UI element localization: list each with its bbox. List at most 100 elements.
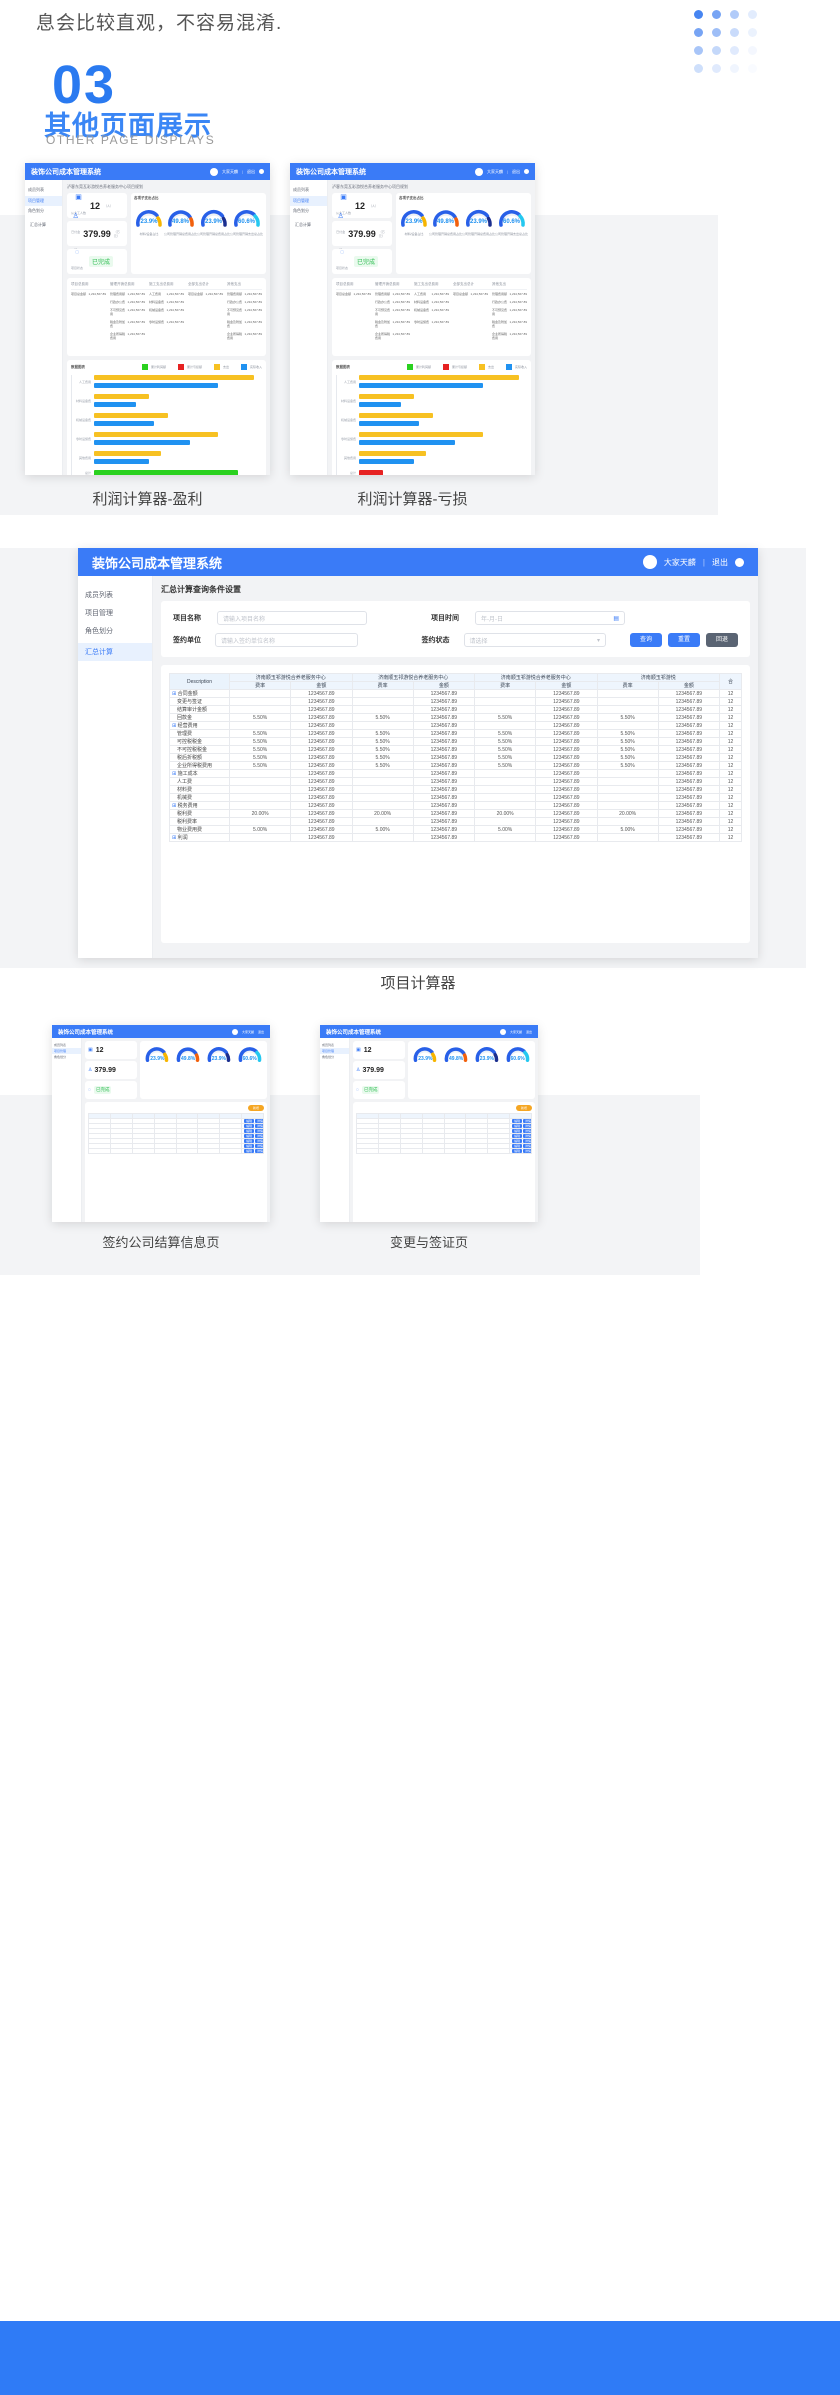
edit-button[interactable]: 编辑 [244, 1144, 255, 1148]
table-row[interactable]: 人工费 1234567.89 1234567.89 1234567.89 1234567… [169, 777, 742, 786]
row-actions[interactable]: 编辑 详情 [509, 1128, 532, 1134]
sidebar-item-0[interactable]: 成员列表 [290, 185, 327, 195]
edit-button[interactable]: 编辑 [512, 1134, 523, 1138]
detail-button[interactable]: 详情 [522, 1129, 531, 1133]
project-name-input[interactable]: 请输入项目名称 [217, 611, 367, 625]
expand-icon[interactable]: ⊞ [172, 835, 176, 841]
row-actions[interactable]: 编辑 详情 [241, 1128, 264, 1134]
detail-button[interactable]: 详情 [254, 1124, 263, 1128]
edit-button[interactable]: 编辑 [512, 1149, 523, 1153]
add-button[interactable]: 新增 [248, 1105, 264, 1111]
detail-button[interactable]: 详情 [522, 1134, 531, 1138]
sidebar-item-1[interactable]: 项目管理 [25, 196, 62, 206]
table-row[interactable]: 编辑 详情 [356, 1148, 532, 1154]
table-row[interactable]: ⊞ 施工成本 1234567.89 1234567.89 1234567.89 1234… [169, 769, 742, 778]
row-actions[interactable]: 编辑 详情 [241, 1148, 264, 1154]
expand-icon[interactable]: ⊞ [172, 803, 176, 809]
detail-button[interactable]: 详情 [254, 1149, 263, 1153]
row-actions[interactable]: 编辑 详情 [509, 1138, 532, 1144]
table-row[interactable]: 税利费率 1234567.89 1234567.89 1234567.89 123456… [169, 817, 742, 826]
detail-button[interactable]: 详情 [522, 1119, 531, 1123]
sidebar-item-2[interactable]: 角色划分 [290, 206, 327, 216]
expand-icon[interactable]: ⊞ [172, 691, 176, 697]
mockup-loss-calculator[interactable]: 装饰公司成本管理系统 大家天麟 | 退出 成员列表 项目管理 角色划分 汇总计算… [290, 163, 535, 475]
search-button[interactable]: 查询 [630, 633, 662, 647]
table-row[interactable]: ⊞ 利润 1234567.89 1234567.89 1234567.89 123456… [169, 833, 742, 842]
edit-button[interactable]: 编辑 [512, 1119, 523, 1123]
mockup-settlement-info[interactable]: 装饰公司成本管理系统 大家天麟 退出 成员列表 项目管理 角色划分 ▣ 12 ♙… [52, 1025, 270, 1222]
table-row[interactable]: 物业费用费 5.00% 1234567.89 5.00% 1234567.89 5.00%… [169, 825, 742, 834]
calendar-icon[interactable]: ▤ [613, 615, 619, 622]
table-row[interactable]: 编辑 详情 [88, 1148, 264, 1154]
sidebar-item-0[interactable]: 成员列表 [25, 185, 62, 195]
table-row[interactable]: 机械费 1234567.89 1234567.89 1234567.89 1234567… [169, 793, 742, 802]
table-row[interactable]: ⊞ 税务费用 1234567.89 1234567.89 1234567.89 1234… [169, 801, 742, 810]
detail-button[interactable]: 详情 [254, 1119, 263, 1123]
row-actions[interactable]: 编辑 详情 [241, 1133, 264, 1139]
sidebar-item-3[interactable]: 汇总计算 [25, 220, 62, 230]
table-row[interactable]: 不可控税税金 5.50% 1234567.89 5.50% 1234567.89 5.50… [169, 745, 742, 754]
row-actions[interactable]: 编辑 详情 [241, 1118, 264, 1124]
detail-button[interactable]: 详情 [522, 1139, 531, 1143]
expand-icon[interactable]: ⊞ [172, 771, 176, 777]
row-actions[interactable]: 编辑 详情 [509, 1143, 532, 1149]
edit-button[interactable]: 编辑 [244, 1124, 255, 1128]
mockup-profit-calculator[interactable]: 装饰公司成本管理系统 大家天麟 | 退出 成员列表 项目管理 角色划分 汇总计算… [25, 163, 270, 475]
detail-button[interactable]: 详情 [522, 1149, 531, 1153]
table-row[interactable]: ⊞ 合同金额 1234567.89 1234567.89 1234567.89 1234… [169, 689, 742, 698]
sidebar-item-0[interactable]: 成员列表 [78, 586, 152, 604]
table-row[interactable]: 可控税税金 5.50% 1234567.89 5.50% 1234567.89 5.50%… [169, 737, 742, 746]
logout-link[interactable]: 退出 [247, 169, 255, 175]
mockup-project-calculator[interactable]: 装饰公司成本管理系统 大家天麟 | 退出 成员列表 项目管理 角色划分 汇总计算… [78, 548, 758, 958]
power-icon[interactable] [735, 557, 744, 567]
project-date-input[interactable]: 年-月-日 ▤ [475, 611, 625, 625]
settlement-table[interactable]: 编辑 详情 编辑 详情 编辑 详情 编辑 详情 编辑 详情 编辑 详情 编辑 详… [88, 1113, 264, 1154]
edit-button[interactable]: 编辑 [244, 1134, 255, 1138]
row-actions[interactable]: 编辑 详情 [241, 1143, 264, 1149]
detail-button[interactable]: 详情 [522, 1124, 531, 1128]
row-actions[interactable]: 编辑 详情 [509, 1118, 532, 1124]
mockup-change-visa[interactable]: 装饰公司成本管理系统 大家天麟 退出 成员列表 项目管理 角色划分 ▣ 12 ♙… [320, 1025, 538, 1222]
signing-status-select[interactable]: 请选择 ▾ [463, 633, 606, 647]
table-row[interactable]: ⊞ 经营费用 1234567.89 1234567.89 1234567.89 1234… [169, 721, 742, 730]
power-icon[interactable] [524, 169, 529, 174]
sidebar-item-2[interactable]: 角色划分 [320, 1054, 349, 1060]
expand-icon[interactable]: ⊞ [172, 723, 176, 729]
sidebar-item-3[interactable]: 汇总计算 [78, 643, 152, 661]
logout-link[interactable]: 退出 [712, 557, 728, 568]
edit-button[interactable]: 编辑 [512, 1139, 523, 1143]
edit-button[interactable]: 编辑 [512, 1144, 523, 1148]
detail-button[interactable]: 详情 [254, 1129, 263, 1133]
edit-button[interactable]: 编辑 [244, 1139, 255, 1143]
avatar[interactable] [642, 555, 657, 569]
avatar[interactable] [209, 167, 218, 176]
add-button[interactable]: 新增 [516, 1105, 532, 1111]
sidebar-item-3[interactable]: 汇总计算 [290, 220, 327, 230]
sidebar-item-1[interactable]: 项目管理 [290, 196, 327, 206]
sidebar-item-2[interactable]: 角色划分 [52, 1054, 81, 1060]
row-actions[interactable]: 编辑 详情 [509, 1133, 532, 1139]
table-row[interactable]: 税利费 20.00% 1234567.89 20.00% 1234567.89 20.00… [169, 809, 742, 818]
logout-link[interactable]: 退出 [526, 1030, 532, 1034]
table-row[interactable]: 管理费 5.50% 1234567.89 5.50% 1234567.89 5.50% 12… [169, 729, 742, 738]
row-actions[interactable]: 编辑 详情 [509, 1123, 532, 1129]
edit-button[interactable]: 编辑 [512, 1129, 523, 1133]
avatar[interactable] [499, 1028, 506, 1035]
avatar[interactable] [474, 167, 483, 176]
edit-button[interactable]: 编辑 [244, 1149, 255, 1153]
table-row[interactable]: 材料费 1234567.89 1234567.89 1234567.89 1234567… [169, 785, 742, 794]
avatar[interactable] [231, 1028, 238, 1035]
table-row[interactable]: 回款金 5.50% 1234567.89 5.50% 1234567.89 5.50% 12… [169, 713, 742, 722]
power-icon[interactable] [259, 169, 264, 174]
sidebar-item-1[interactable]: 项目管理 [78, 604, 152, 622]
reset-button[interactable]: 重置 [668, 633, 700, 647]
row-actions[interactable]: 编辑 详情 [241, 1123, 264, 1129]
table-row[interactable]: 税后折税额 5.50% 1234567.89 5.50% 1234567.89 5.50%… [169, 753, 742, 762]
detail-button[interactable]: 详情 [254, 1144, 263, 1148]
edit-button[interactable]: 编辑 [244, 1129, 255, 1133]
edit-button[interactable]: 编辑 [512, 1124, 523, 1128]
edit-button[interactable]: 编辑 [244, 1119, 255, 1123]
detail-button[interactable]: 详情 [522, 1144, 531, 1148]
chevron-down-icon[interactable]: ▾ [597, 637, 600, 644]
signing-unit-input[interactable]: 请输入签约单位名称 [215, 633, 358, 647]
